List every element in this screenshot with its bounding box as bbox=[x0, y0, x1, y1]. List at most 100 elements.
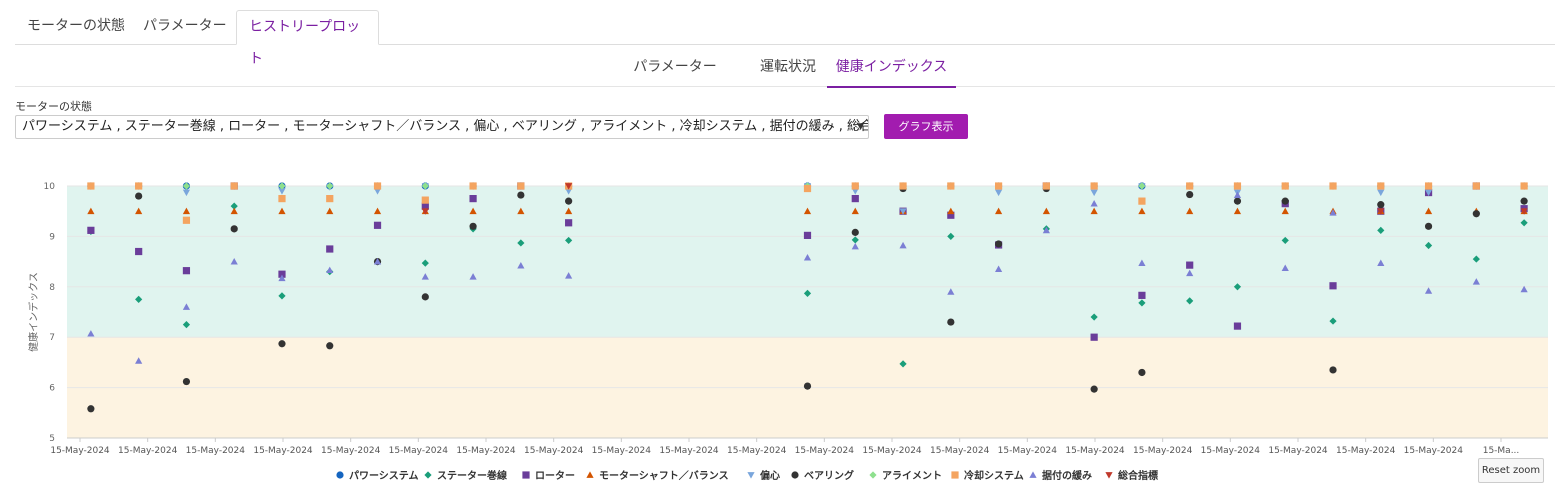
data-point bbox=[373, 221, 382, 229]
legend-item: 偏心 bbox=[747, 469, 780, 482]
legend-label: 据付の緩み bbox=[1042, 469, 1092, 482]
y-tick-label: 5 bbox=[49, 434, 55, 444]
x-tick-label: 15-May-2024 bbox=[930, 446, 990, 456]
reset-zoom-button[interactable]: Reset zoom bbox=[1478, 458, 1544, 483]
y-tick-label: 10 bbox=[44, 182, 56, 192]
data-point bbox=[1090, 207, 1098, 215]
data-point bbox=[851, 242, 859, 250]
data-point bbox=[469, 183, 477, 190]
legend-item: 冷却システム bbox=[951, 469, 1024, 482]
data-point bbox=[326, 195, 334, 203]
data-point bbox=[1233, 182, 1242, 190]
data-point bbox=[994, 241, 1003, 249]
data-point bbox=[326, 342, 334, 350]
x-tick-label: 15-May-2024 bbox=[186, 446, 246, 456]
data-point bbox=[421, 208, 429, 215]
data-point bbox=[899, 241, 907, 249]
data-point bbox=[1329, 182, 1337, 190]
data-point bbox=[87, 182, 95, 190]
data-point bbox=[373, 258, 382, 266]
data-point bbox=[851, 182, 859, 190]
subtab-health-index[interactable]: 健康インデックス bbox=[827, 52, 956, 88]
data-point bbox=[373, 182, 382, 190]
y-tick-label: 9 bbox=[49, 232, 55, 242]
select-value: パワーシステム , ステーター巻線 , ローター , モーターシャフト／バランス… bbox=[22, 119, 869, 134]
data-point bbox=[899, 208, 907, 215]
chart-band-1 bbox=[67, 337, 1548, 438]
data-point bbox=[278, 274, 286, 282]
data-point bbox=[1377, 226, 1385, 234]
data-point bbox=[899, 182, 907, 190]
legend-label: モーターシャフト／バランス bbox=[599, 469, 729, 482]
legend-marker-icon bbox=[951, 471, 959, 479]
x-tick-label: 15-May-2024 bbox=[998, 446, 1058, 456]
data-point bbox=[803, 182, 812, 190]
data-point bbox=[469, 182, 477, 190]
subtab-operating-status[interactable]: 運転状況 bbox=[742, 52, 834, 86]
data-point bbox=[1090, 182, 1098, 190]
data-point bbox=[1138, 259, 1146, 266]
tab-history-plot[interactable]: ヒストリープロット bbox=[236, 10, 379, 67]
data-point bbox=[1281, 182, 1289, 190]
motor-status-select[interactable]: パワーシステム , ステーター巻線 , ローター , モーターシャフト／バランス… bbox=[15, 115, 869, 139]
data-point bbox=[1520, 197, 1528, 205]
data-point bbox=[565, 183, 573, 190]
legend-label: ローター bbox=[535, 470, 575, 482]
data-point bbox=[1090, 385, 1098, 393]
data-point bbox=[1186, 261, 1194, 269]
data-point bbox=[1138, 207, 1146, 215]
data-point bbox=[851, 188, 859, 195]
data-point bbox=[1520, 208, 1528, 215]
data-point bbox=[1520, 285, 1528, 293]
data-point bbox=[1233, 322, 1242, 330]
data-point bbox=[994, 240, 1003, 248]
x-tick-label: 15-May-2024 bbox=[321, 446, 381, 456]
data-point bbox=[135, 182, 143, 190]
show-graph-button[interactable]: グラフ表示 bbox=[884, 114, 968, 139]
data-point bbox=[1424, 182, 1433, 190]
data-point bbox=[421, 207, 429, 215]
data-point bbox=[1138, 197, 1146, 205]
data-point bbox=[87, 207, 95, 215]
data-point bbox=[421, 182, 429, 190]
data-point bbox=[1329, 282, 1337, 290]
data-point bbox=[1424, 182, 1433, 190]
caret-down-icon: ▼ bbox=[857, 122, 864, 132]
data-point bbox=[373, 207, 382, 215]
tab-parameters[interactable]: パラメーター bbox=[131, 10, 239, 44]
data-point bbox=[1233, 283, 1242, 291]
sub-tabs: パラメーター 運転状況 健康インデックス bbox=[15, 52, 1555, 88]
data-point bbox=[517, 182, 525, 190]
data-point bbox=[1042, 226, 1050, 234]
data-point bbox=[469, 195, 477, 203]
data-point bbox=[182, 321, 191, 329]
data-point bbox=[230, 182, 238, 190]
data-point bbox=[1186, 182, 1194, 190]
data-point bbox=[1472, 210, 1480, 218]
subtab-parameters[interactable]: パラメーター bbox=[621, 52, 729, 86]
tab-motor-status[interactable]: モーターの状態 bbox=[15, 10, 137, 44]
data-point bbox=[947, 183, 955, 190]
data-point bbox=[1138, 182, 1146, 190]
data-point bbox=[851, 195, 859, 203]
x-tick-label: 15-May-2024 bbox=[592, 446, 652, 456]
legend-label: 冷却システム bbox=[964, 469, 1024, 482]
data-point bbox=[1520, 205, 1528, 213]
data-point bbox=[135, 192, 143, 200]
data-point bbox=[278, 182, 286, 190]
data-point bbox=[135, 183, 143, 190]
legend-item: モーターシャフト／バランス bbox=[586, 469, 729, 482]
data-point bbox=[1520, 219, 1528, 227]
data-point bbox=[135, 357, 143, 364]
data-point bbox=[1138, 183, 1146, 190]
data-point bbox=[803, 207, 812, 215]
data-point bbox=[1186, 207, 1194, 215]
data-point bbox=[1090, 189, 1098, 197]
data-point bbox=[899, 182, 907, 190]
data-point bbox=[1281, 183, 1289, 190]
data-point bbox=[1138, 299, 1146, 307]
data-point bbox=[1233, 182, 1242, 190]
data-point bbox=[135, 295, 143, 303]
data-point bbox=[1424, 287, 1433, 294]
data-point bbox=[1138, 182, 1146, 190]
